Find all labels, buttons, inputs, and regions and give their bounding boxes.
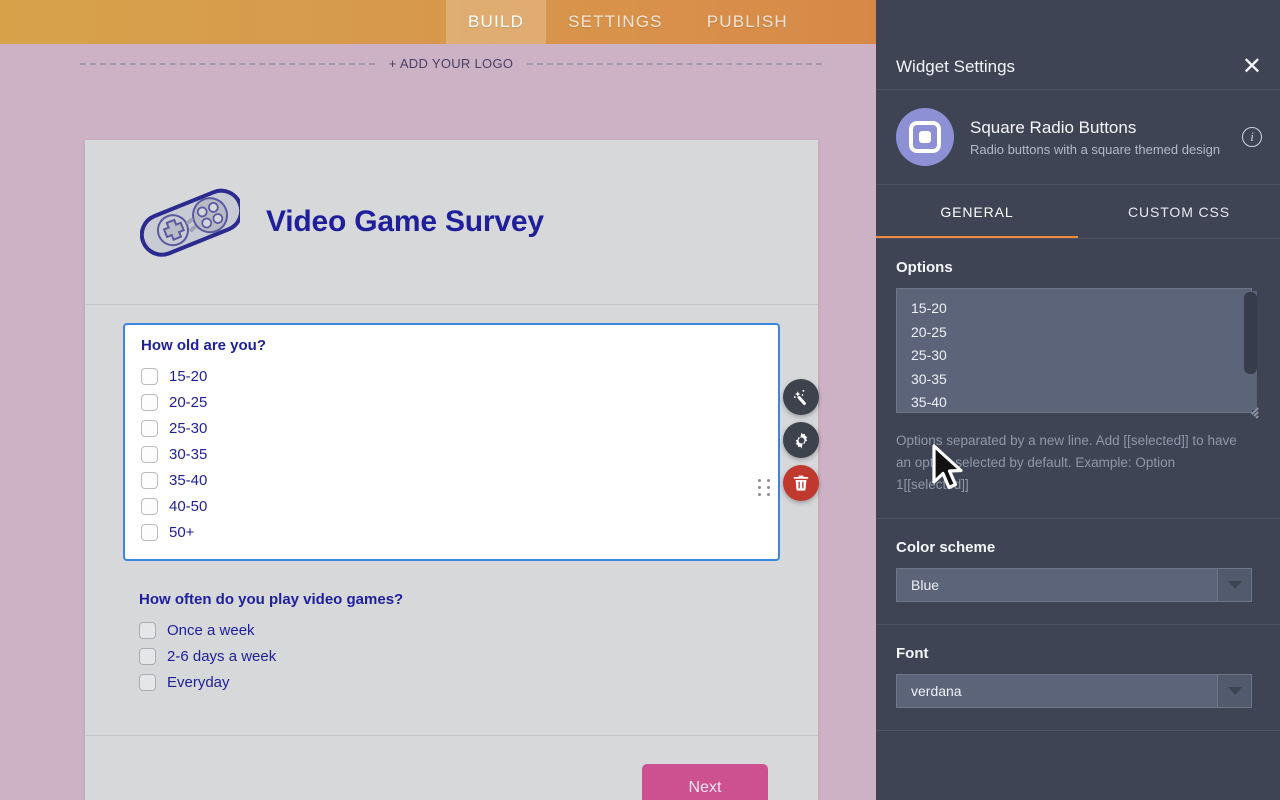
options-textarea-wrap: [896, 288, 1260, 418]
panel-header: Widget Settings ✕: [876, 44, 1280, 90]
textarea-resize-handle[interactable]: [1247, 405, 1258, 416]
dashed-line-left: [80, 63, 375, 65]
option-label: Everyday: [167, 674, 230, 691]
dot: [758, 486, 761, 489]
next-button[interactable]: Next: [642, 764, 768, 800]
dot: [758, 479, 761, 482]
option-label: Once a week: [167, 622, 255, 639]
option-label: 20-25: [169, 394, 207, 411]
color-scheme-section: Color scheme Blue: [876, 519, 1280, 625]
square-radio-icon: [896, 108, 954, 166]
question-title: How often do you play video games?: [139, 591, 764, 608]
chevron-down-icon[interactable]: [1217, 569, 1251, 601]
tab-general[interactable]: GENERAL: [876, 185, 1078, 239]
color-scheme-label: Color scheme: [896, 539, 1260, 556]
form-card: Video Game Survey How old are you? 15-20…: [85, 140, 818, 800]
panel-title: Widget Settings: [896, 57, 1015, 77]
option-row[interactable]: Everyday: [139, 669, 764, 695]
option-row[interactable]: 50+: [141, 519, 762, 545]
textarea-scrollbar-thumb[interactable]: [1244, 292, 1257, 374]
square-radio-icon[interactable]: [141, 446, 158, 463]
option-label: 25-30: [169, 420, 207, 437]
panel-tabs: GENERAL CUSTOM CSS: [876, 185, 1280, 239]
option-row[interactable]: 30-35: [141, 441, 762, 467]
square-radio-icon[interactable]: [139, 648, 156, 665]
option-row[interactable]: 35-40: [141, 467, 762, 493]
font-value: verdana: [897, 675, 1217, 707]
square-radio-icon[interactable]: [141, 498, 158, 515]
widget-drag-handle[interactable]: [758, 474, 772, 500]
delete-button[interactable]: [783, 465, 819, 501]
magic-wand-button[interactable]: [783, 379, 819, 415]
font-label: Font: [896, 645, 1260, 662]
square-radio-icon[interactable]: [141, 472, 158, 489]
option-label: 15-20: [169, 368, 207, 385]
option-row[interactable]: 20-25: [141, 389, 762, 415]
options-textarea[interactable]: [896, 288, 1252, 413]
font-select[interactable]: verdana: [896, 674, 1252, 708]
square-radio-icon[interactable]: [139, 622, 156, 639]
options-label: Options: [896, 259, 1260, 276]
option-label: 40-50: [169, 498, 207, 515]
option-label: 50+: [169, 524, 194, 541]
option-row[interactable]: 40-50: [141, 493, 762, 519]
gear-icon: [792, 431, 811, 450]
dot: [767, 493, 770, 496]
form-canvas: + ADD YOUR LOGO Page 1: [0, 44, 876, 800]
widget-info: Square Radio Buttons Radio buttons with …: [876, 90, 1280, 185]
option-label: 30-35: [169, 446, 207, 463]
option-label: 2-6 days a week: [167, 648, 276, 665]
dashed-line-right: [527, 63, 822, 65]
widget-text: Square Radio Buttons Radio buttons with …: [970, 118, 1226, 157]
square-radio-icon[interactable]: [141, 524, 158, 541]
icon-inner-square: [919, 131, 931, 143]
widget-settings-panel: Widget Settings ✕ Square Radio Buttons R…: [876, 0, 1280, 800]
font-section: Font verdana: [876, 625, 1280, 731]
dot: [767, 486, 770, 489]
option-row[interactable]: Once a week: [139, 617, 764, 643]
form-header: Video Game Survey: [85, 140, 818, 305]
form-title: Video Game Survey: [266, 205, 544, 239]
color-scheme-value: Blue: [897, 569, 1217, 601]
widget-description: Radio buttons with a square themed desig…: [970, 142, 1226, 157]
game-controller-icon: [140, 177, 240, 267]
info-icon[interactable]: i: [1242, 127, 1262, 147]
color-scheme-select[interactable]: Blue: [896, 568, 1252, 602]
widget-question-frequency[interactable]: How often do you play video games? Once …: [123, 581, 780, 709]
widget-question-age[interactable]: How old are you? 15-20 20-25 25-30 30-35: [123, 323, 780, 561]
option-row[interactable]: 2-6 days a week: [139, 643, 764, 669]
add-your-logo-button[interactable]: + ADD YOUR LOGO: [375, 56, 528, 71]
option-row[interactable]: 25-30: [141, 415, 762, 441]
trash-icon: [792, 474, 810, 492]
form-footer: Next: [85, 735, 818, 800]
dot: [767, 479, 770, 482]
settings-gear-button[interactable]: [783, 422, 819, 458]
chevron-down-icon[interactable]: [1217, 675, 1251, 707]
close-icon[interactable]: ✕: [1242, 55, 1262, 79]
resize-line: [1255, 415, 1258, 418]
tab-publish[interactable]: PUBLISH: [685, 0, 810, 44]
option-row[interactable]: 15-20: [141, 363, 762, 389]
options-section: Options Options separated by a new line.…: [876, 239, 1280, 519]
magic-wand-icon: [792, 388, 811, 407]
form-body: How old are you? 15-20 20-25 25-30 30-35: [85, 305, 818, 709]
tab-settings[interactable]: SETTINGS: [546, 0, 685, 44]
widget-name: Square Radio Buttons: [970, 118, 1226, 138]
square-radio-icon[interactable]: [141, 420, 158, 437]
toolbar-spacer: [0, 0, 446, 44]
square-radio-icon[interactable]: [141, 368, 158, 385]
option-label: 35-40: [169, 472, 207, 489]
icon-outer-square: [909, 121, 941, 153]
tab-custom-css[interactable]: CUSTOM CSS: [1078, 185, 1280, 239]
square-radio-icon[interactable]: [139, 674, 156, 691]
options-helper-text: Options separated by a new line. Add [[s…: [896, 430, 1248, 496]
question-title: How old are you?: [141, 337, 762, 354]
tab-build[interactable]: BUILD: [446, 0, 546, 44]
add-logo-row: + ADD YOUR LOGO: [80, 56, 822, 71]
square-radio-icon[interactable]: [141, 394, 158, 411]
dot: [758, 493, 761, 496]
